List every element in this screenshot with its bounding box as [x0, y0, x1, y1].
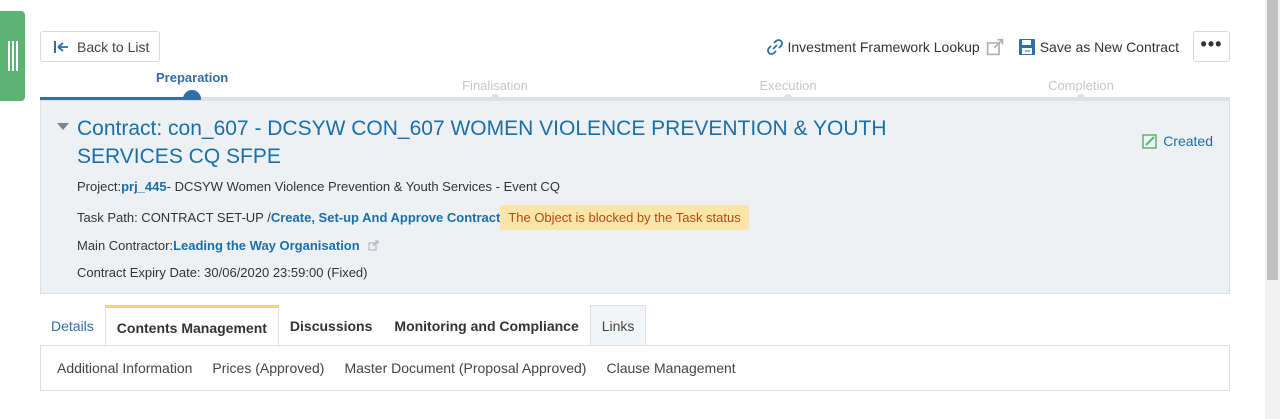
subtab-prices-approved[interactable]: Prices (Approved): [212, 360, 324, 376]
tab-label: Details: [51, 317, 94, 334]
project-label: Project:: [77, 179, 122, 194]
external-link-icon: [986, 38, 1003, 55]
subtab-additional-information[interactable]: Additional Information: [57, 360, 192, 376]
step-execution[interactable]: Execution: [752, 70, 824, 102]
step-label: Completion: [1048, 78, 1114, 93]
contract-header-panel: Contract: con_607 - DCSYW CON_607 WOMEN …: [40, 100, 1230, 294]
blocked-warning-badge: The Object is blocked by the Task status: [500, 205, 749, 230]
sub-tabs: Additional Information Prices (Approved)…: [40, 345, 1230, 391]
project-name: - DCSYW Women Violence Prevention & Yout…: [166, 179, 560, 194]
status-label: Created: [1163, 133, 1213, 149]
workflow-stepper: Preparation Finalisation Execution Compl…: [40, 70, 1230, 108]
tab-label: Monitoring and Compliance: [394, 317, 579, 334]
tab-label: Discussions: [289, 317, 373, 334]
task-path-link[interactable]: Create, Set-up And Approve Contract: [271, 210, 500, 225]
investment-framework-lookup-label: Investment Framework Lookup: [787, 38, 980, 55]
tab-label: Links: [601, 318, 635, 334]
contract-title: Contract: con_607 - DCSYW CON_607 WOMEN …: [77, 115, 967, 171]
step-label: Execution: [759, 78, 817, 93]
task-path-line: Task Path: CONTRACT SET-UP / Create, Set…: [77, 205, 749, 230]
project-id-link[interactable]: prj_445: [121, 179, 167, 194]
save-as-new-contract-label: Save as New Contract: [1039, 38, 1179, 55]
step-completion[interactable]: Completion: [1045, 70, 1117, 102]
tab-discussions[interactable]: Discussions: [279, 305, 383, 346]
expiry-date-label: Contract Expiry Date: 30/06/2020 23:59:0…: [77, 265, 368, 280]
page-scrollbar[interactable]: [1265, 0, 1280, 419]
scrollbar-thumb[interactable]: [1267, 0, 1278, 280]
edit-status-icon: [1142, 134, 1157, 149]
contract-title-line2: SERVICES CQ SFPE: [77, 145, 281, 168]
ellipsis-icon: •••: [1200, 33, 1223, 54]
save-as-new-contract-button[interactable]: Save as New Contract: [1018, 38, 1179, 56]
back-to-list-button[interactable]: Back to List: [40, 31, 161, 62]
collapse-caret-icon[interactable]: [57, 123, 69, 130]
step-finalisation[interactable]: Finalisation: [459, 70, 531, 102]
link-chain-icon: [766, 38, 783, 55]
investment-framework-lookup-link[interactable]: Investment Framework Lookup: [766, 38, 1004, 56]
tab-monitoring-and-compliance[interactable]: Monitoring and Compliance: [383, 305, 589, 346]
main-contractor-line: Main Contractor: Leading the Way Organis…: [77, 238, 379, 253]
more-options-button[interactable]: •••: [1193, 31, 1230, 62]
main-contractor-link[interactable]: Leading the Way Organisation: [173, 238, 360, 253]
top-actions: Investment Framework Lookup Save as New …: [766, 31, 1230, 62]
back-arrow-icon: [54, 40, 68, 53]
back-to-list-label: Back to List: [77, 38, 150, 55]
subtab-master-document[interactable]: Master Document (Proposal Approved): [344, 360, 586, 376]
step-label: Preparation: [156, 70, 229, 85]
project-line: Project: prj_445 - DCSYW Women Violence …: [77, 179, 560, 194]
external-link-icon[interactable]: [368, 240, 379, 251]
grip-icon: [7, 41, 18, 71]
subtab-clause-management[interactable]: Clause Management: [606, 360, 735, 376]
main-tabs: Details Contents Management Discussions …: [40, 304, 647, 347]
step-label: Finalisation: [462, 78, 528, 93]
tab-links[interactable]: Links: [589, 305, 647, 346]
status-badge: Created: [1142, 133, 1213, 149]
tab-details[interactable]: Details: [40, 305, 105, 346]
step-preparation[interactable]: Preparation: [156, 70, 229, 108]
tab-label: Contents Management: [116, 319, 267, 336]
save-disk-icon: [1018, 38, 1035, 55]
contract-title-line1: Contract: con_607 - DCSYW CON_607 WOMEN …: [77, 117, 887, 140]
main-contractor-label: Main Contractor:: [77, 238, 174, 253]
tab-contents-management[interactable]: Contents Management: [104, 305, 279, 347]
side-panel-handle[interactable]: [0, 11, 25, 101]
expiry-date-line: Contract Expiry Date: 30/06/2020 23:59:0…: [77, 265, 368, 280]
task-path-label: Task Path: CONTRACT SET-UP /: [77, 210, 271, 225]
